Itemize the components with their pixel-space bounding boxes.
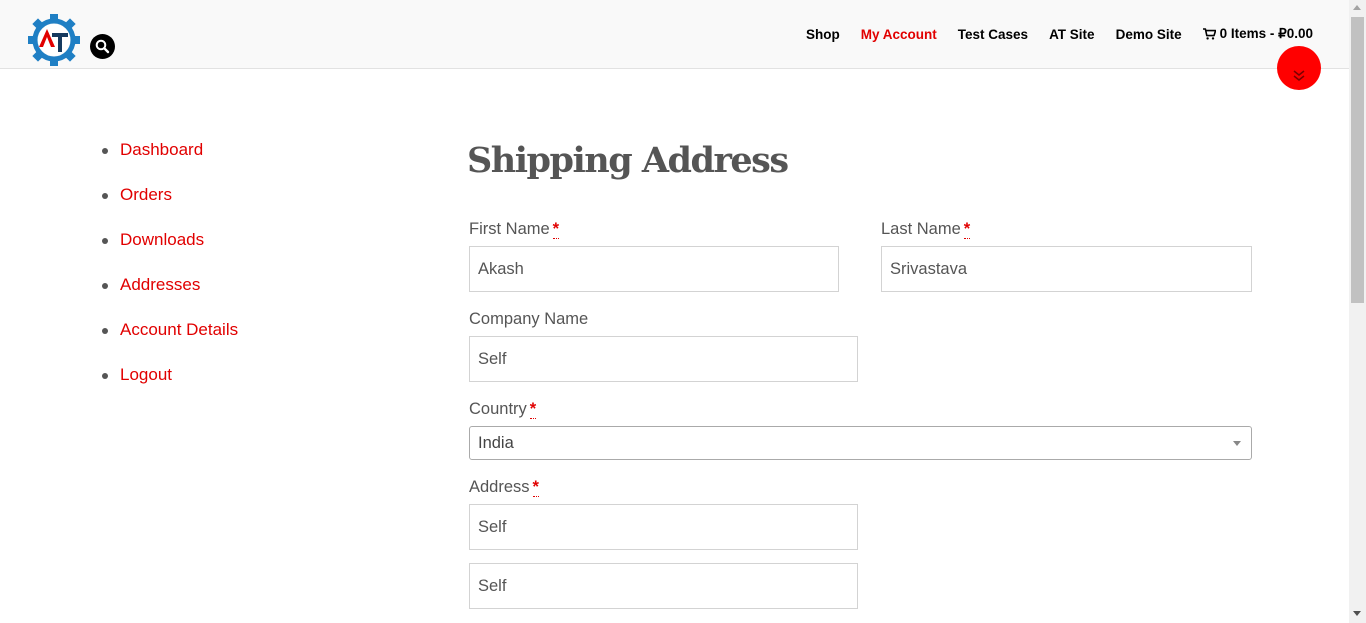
sidebar-item-dashboard: Dashboard bbox=[102, 138, 238, 183]
country-label: Country * bbox=[469, 400, 537, 419]
company-name-value: Self bbox=[478, 350, 507, 368]
nav-cart[interactable]: 0 Items - ₽0.00 bbox=[1202, 26, 1313, 42]
page-title: Shipping Address bbox=[467, 140, 789, 181]
nav-at-site[interactable]: AT Site bbox=[1049, 27, 1095, 42]
sidebar-link-addresses[interactable]: Addresses bbox=[120, 275, 200, 294]
main-nav: Shop My Account Test Cases AT Site Demo … bbox=[785, 26, 1313, 42]
site-logo[interactable] bbox=[28, 14, 80, 66]
last-name-label-text: Last Name bbox=[881, 220, 961, 238]
address-line-1-field[interactable]: Self bbox=[469, 504, 858, 550]
sidebar-item-account-details: Account Details bbox=[102, 318, 238, 363]
chevron-down-icon bbox=[1233, 441, 1241, 446]
required-marker: * bbox=[552, 220, 560, 239]
address-label-text: Address bbox=[469, 478, 530, 496]
sidebar-item-orders: Orders bbox=[102, 183, 238, 228]
country-label-text: Country bbox=[469, 400, 527, 418]
cart-summary: 0 Items - ₽0.00 bbox=[1219, 26, 1313, 41]
company-name-label: Company Name bbox=[469, 310, 588, 329]
sidebar-item-logout: Logout bbox=[102, 363, 238, 408]
address-label: Address * bbox=[469, 478, 539, 497]
chevron-double-down-icon bbox=[1293, 70, 1305, 81]
company-name-label-text: Company Name bbox=[469, 310, 589, 328]
nav-test-cases[interactable]: Test Cases bbox=[958, 27, 1028, 42]
required-marker: * bbox=[963, 220, 971, 239]
company-name-field[interactable]: Self bbox=[469, 336, 858, 382]
nav-my-account[interactable]: My Account bbox=[861, 27, 937, 42]
nav-demo-site[interactable]: Demo Site bbox=[1116, 27, 1182, 42]
sidebar-link-account-details[interactable]: Account Details bbox=[120, 320, 238, 339]
sidebar-item-downloads: Downloads bbox=[102, 228, 238, 273]
scrollbar-thumb[interactable] bbox=[1351, 17, 1364, 303]
scroll-down-arrow-icon[interactable] bbox=[1353, 611, 1361, 616]
address-line-1-value: Self bbox=[478, 518, 507, 536]
search-icon bbox=[95, 39, 110, 54]
first-name-field[interactable]: Akash bbox=[469, 246, 839, 292]
scroll-up-arrow-icon[interactable] bbox=[1353, 5, 1361, 10]
first-name-label-text: First Name bbox=[469, 220, 550, 238]
first-name-label: First Name * bbox=[469, 220, 560, 239]
required-marker: * bbox=[532, 478, 539, 497]
required-marker: * bbox=[529, 400, 537, 419]
sidebar-link-logout[interactable]: Logout bbox=[120, 365, 172, 384]
scroll-down-button[interactable] bbox=[1277, 46, 1321, 90]
country-select[interactable]: India bbox=[469, 426, 1252, 460]
sidebar-link-downloads[interactable]: Downloads bbox=[120, 230, 204, 249]
last-name-label: Last Name * bbox=[881, 220, 971, 239]
sidebar-link-orders[interactable]: Orders bbox=[120, 185, 172, 204]
last-name-value: Srivastava bbox=[890, 260, 968, 278]
address-line-2-value: Self bbox=[478, 577, 507, 595]
sidebar-link-dashboard[interactable]: Dashboard bbox=[120, 140, 203, 159]
sidebar-item-addresses: Addresses bbox=[102, 273, 238, 318]
site-header: Shop My Account Test Cases AT Site Demo … bbox=[0, 0, 1349, 69]
cart-icon bbox=[1202, 28, 1216, 40]
first-name-value: Akash bbox=[478, 260, 524, 278]
nav-shop[interactable]: Shop bbox=[806, 27, 840, 42]
account-navigation: Dashboard Orders Downloads Addresses Acc… bbox=[102, 138, 238, 408]
page-scrollbar[interactable] bbox=[1349, 0, 1366, 623]
country-selected-value: India bbox=[478, 434, 514, 452]
address-line-2-field[interactable]: Self bbox=[469, 563, 858, 609]
last-name-field[interactable]: Srivastava bbox=[881, 246, 1252, 292]
search-button[interactable] bbox=[90, 34, 115, 59]
